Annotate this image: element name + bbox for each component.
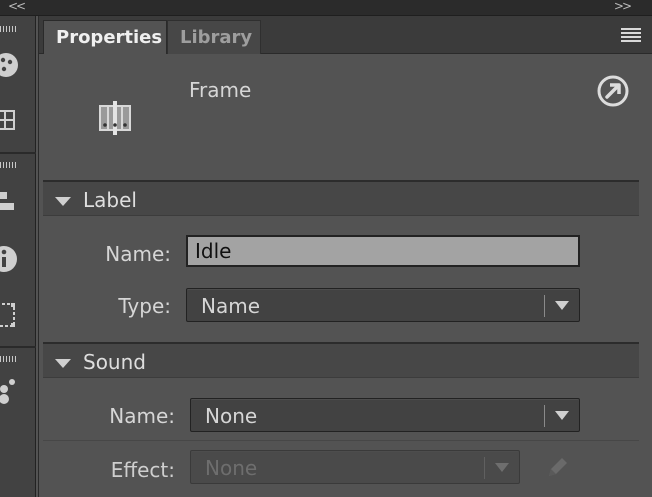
- disclosure-triangle-icon: [55, 197, 71, 206]
- info-icon[interactable]: [0, 244, 20, 274]
- label-name-label: Name:: [105, 242, 171, 266]
- disclosure-triangle-icon: [55, 359, 71, 368]
- label-name-input[interactable]: [186, 235, 580, 267]
- sound-section-header[interactable]: Sound: [43, 342, 639, 378]
- panel-tabbar: Properties Library: [39, 16, 652, 54]
- grip-handle[interactable]: [0, 26, 18, 32]
- transform-icon[interactable]: [0, 300, 20, 330]
- sound-name-label: Name:: [109, 404, 175, 428]
- sound-section-title: Sound: [83, 350, 146, 374]
- sound-effect-label: Effect:: [110, 458, 175, 482]
- properties-panel: Properties Library Frame Label Name: Typ…: [38, 16, 652, 497]
- sound-name-select[interactable]: None: [190, 398, 580, 432]
- strip-divider: [0, 152, 36, 154]
- grid-icon[interactable]: [0, 106, 20, 136]
- object-type-title: Frame: [189, 78, 252, 102]
- sound-effect-select[interactable]: None: [190, 450, 520, 484]
- components-icon[interactable]: [0, 376, 20, 406]
- tab-library[interactable]: Library: [167, 20, 261, 54]
- align-icon[interactable]: [0, 186, 20, 216]
- grip-handle[interactable]: [0, 162, 18, 168]
- chevron-down-icon: [555, 411, 569, 420]
- sound-name-value: None: [205, 404, 258, 428]
- collapse-left-button[interactable]: <<: [8, 0, 26, 13]
- goto-arrow-icon[interactable]: [596, 74, 630, 108]
- frame-icon: [99, 101, 131, 135]
- collapse-right-button[interactable]: >>: [614, 0, 632, 13]
- docked-panels-strip: [0, 16, 36, 497]
- label-section-title: Label: [83, 188, 137, 212]
- label-type-label: Type:: [118, 294, 171, 318]
- tab-properties[interactable]: Properties: [43, 20, 167, 54]
- select-divider: [544, 405, 545, 427]
- chevron-down-icon: [495, 463, 509, 472]
- select-divider: [484, 457, 485, 479]
- row-divider: [43, 440, 639, 441]
- chevron-down-icon: [555, 301, 569, 310]
- select-divider: [544, 295, 545, 317]
- pencil-icon[interactable]: [545, 454, 571, 480]
- label-section-header[interactable]: Label: [43, 180, 639, 216]
- panel-collapse-bar: << >>: [0, 0, 652, 16]
- sound-effect-value: None: [205, 456, 258, 480]
- label-type-value: Name: [201, 294, 261, 318]
- panel-menu-icon[interactable]: [621, 28, 641, 42]
- strip-divider: [0, 346, 36, 348]
- palette-icon[interactable]: [0, 50, 20, 80]
- grip-handle[interactable]: [0, 356, 18, 362]
- label-type-select[interactable]: Name: [186, 288, 580, 322]
